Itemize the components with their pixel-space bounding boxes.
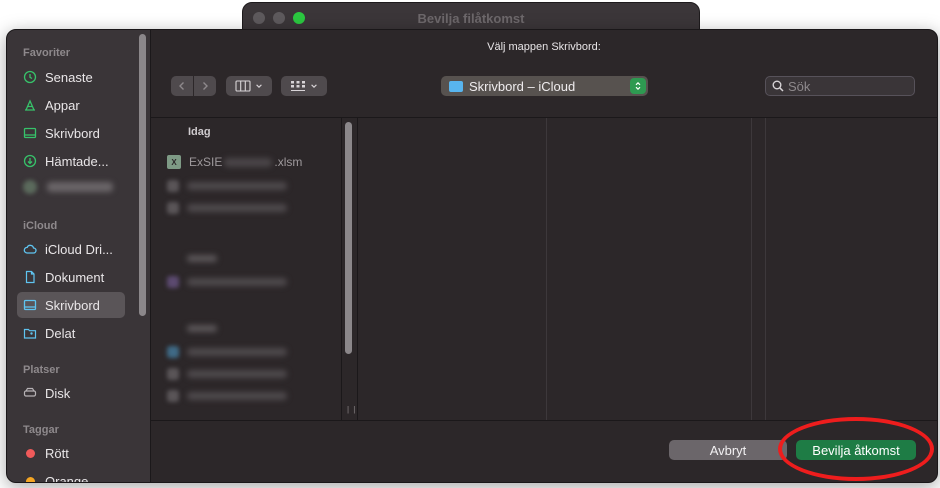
search-icon: [772, 80, 784, 92]
sidebar-item-label: Appar: [45, 97, 80, 113]
columns-view-icon: [235, 80, 251, 92]
sidebar-item-label: Skrivbord: [45, 125, 100, 141]
view-mode-button[interactable]: [226, 76, 272, 96]
back-button[interactable]: [171, 76, 193, 96]
redacted-file-row: [167, 389, 287, 403]
group-header-today: Idag: [188, 126, 211, 138]
excel-file-icon: X: [167, 155, 181, 169]
file-name-start: ExSIE: [189, 155, 223, 169]
chevron-down-icon: [256, 84, 262, 88]
sidebar-item-label: Dokument: [45, 269, 105, 285]
sidebar-section-icloud: iCloud: [23, 220, 58, 232]
navigation-buttons: [171, 76, 216, 96]
location-label: Skrivbord – iCloud: [469, 78, 576, 94]
redacted-group-header: [187, 325, 217, 332]
redacted-file-row: [167, 179, 287, 193]
tag-dot-icon: [23, 474, 37, 482]
grant-access-button[interactable]: Bevilja åtkomst: [796, 440, 916, 460]
column-divider: [357, 118, 358, 420]
file-name-end: .xlsm: [274, 155, 303, 169]
redacted-group-header: [187, 255, 217, 262]
sidebar-item-label: Hämtade...: [45, 153, 109, 169]
sidebar-item-label: iCloud Dri...: [45, 241, 113, 257]
desktop-icon: [23, 126, 37, 140]
sidebar-section-favorites: Favoriter: [23, 47, 71, 59]
forward-button[interactable]: [194, 76, 216, 96]
sidebar-section-tags: Taggar: [23, 424, 59, 436]
shared-folder-icon: [23, 326, 37, 340]
chevron-down-icon: [311, 84, 317, 88]
column-scrollbar[interactable]: [345, 122, 352, 354]
sidebar-item-label: Senaste: [45, 69, 93, 85]
column-divider: [751, 118, 752, 420]
tag-dot-icon: [23, 446, 37, 460]
sidebar-item-label: Orange: [45, 473, 89, 483]
cancel-button[interactable]: Avbryt: [669, 440, 787, 460]
sidebar-item-recents[interactable]: Senaste: [17, 64, 125, 90]
main-pane: Välj mappen Skrivbord: Skrivbord – iClou…: [151, 30, 937, 482]
popup-stepper-icon: [630, 78, 646, 94]
search-field[interactable]: [765, 76, 915, 96]
sidebar-item-disk[interactable]: Disk: [17, 380, 125, 406]
file-row-xlsm[interactable]: X ExSIE .xlsm: [167, 152, 302, 172]
redacted-text: [224, 157, 273, 167]
sidebar-item-tag-orange[interactable]: Orange: [17, 468, 125, 483]
sidebar-item-desktop[interactable]: Skrivbord: [17, 120, 125, 146]
chevron-right-icon: [203, 82, 208, 90]
clock-icon: [23, 70, 37, 84]
column-divider: [765, 118, 766, 420]
dialog-prompt: Välj mappen Skrivbord:: [487, 41, 601, 53]
search-input[interactable]: [788, 78, 898, 94]
sidebar-item-label: Skrivbord: [45, 297, 100, 313]
redacted-file-row: [167, 345, 287, 359]
sidebar-item-tag-red[interactable]: Rött: [17, 440, 125, 466]
grid-group-icon: [291, 81, 305, 91]
chevron-left-icon: [179, 82, 184, 90]
cloud-icon: [23, 242, 37, 256]
sidebar-item-icloud-drive[interactable]: iCloud Dri...: [17, 236, 125, 262]
column-1: Idag X ExSIE .xlsm: [151, 118, 342, 420]
window-title: Bevilja filåtkomst: [417, 11, 525, 26]
column-divider: [546, 118, 547, 420]
document-icon: [23, 270, 37, 284]
apps-icon: [23, 98, 37, 112]
sidebar-scrollbar[interactable]: [139, 34, 146, 316]
location-popup[interactable]: Skrivbord – iCloud: [441, 76, 648, 96]
sidebar-item-label: Delat: [45, 325, 76, 341]
download-icon: [23, 154, 37, 168]
folder-icon: [449, 80, 463, 92]
column-browser: Idag X ExSIE .xlsm | |: [151, 117, 937, 421]
redacted-file-row: [167, 275, 287, 289]
sidebar-section-locations: Platser: [23, 364, 60, 376]
sidebar-item-icloud-desktop[interactable]: Skrivbord: [17, 292, 125, 318]
file-access-dialog: Favoriter Senaste Appar Skrivbord Hämtad…: [6, 29, 938, 483]
column-resize-handle[interactable]: | |: [347, 405, 356, 414]
sidebar-item-downloads[interactable]: Hämtade...: [17, 148, 125, 174]
sidebar-item-applications[interactable]: Appar: [17, 92, 125, 118]
redacted-file-row: [167, 201, 287, 215]
sidebar-item-documents[interactable]: Dokument: [17, 264, 125, 290]
desktop-icon: [23, 298, 37, 312]
sidebar-item-label: Disk: [45, 385, 71, 401]
disk-icon: [23, 386, 37, 400]
redacted-file-row: [167, 367, 287, 381]
redacted-sidebar-item: [23, 178, 119, 196]
sidebar-item-label: Rött: [45, 445, 69, 461]
group-options-button[interactable]: [281, 76, 327, 96]
sidebar-item-shared[interactable]: Delat: [17, 320, 125, 346]
sidebar: Favoriter Senaste Appar Skrivbord Hämtad…: [7, 30, 151, 482]
